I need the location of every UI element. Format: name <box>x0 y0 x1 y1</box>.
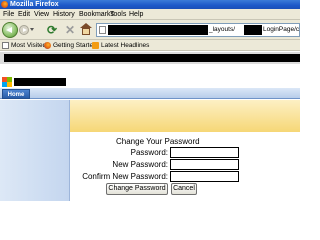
redacted-site-title <box>14 78 66 86</box>
redacted-url-host <box>108 25 208 35</box>
title-bar: Mozilla Firefox <box>0 0 300 9</box>
home-icon[interactable] <box>80 23 92 36</box>
confirm-password-label: Confirm New Password: <box>82 172 168 181</box>
new-password-label: New Password: <box>112 160 168 169</box>
url-segment-page: LoginPage/changepassword.aspx <box>263 26 300 33</box>
forward-button[interactable] <box>19 25 29 35</box>
navigation-toolbar: ⟳ ✕ _layouts/ LoginPage/changepassword.a… <box>0 20 300 40</box>
reload-icon[interactable]: ⟳ <box>47 23 57 37</box>
browser-window: Mozilla Firefox File Edit View History B… <box>0 0 300 201</box>
menu-file[interactable]: File <box>3 9 14 20</box>
menu-history[interactable]: History <box>53 9 75 20</box>
rss-icon <box>92 42 99 49</box>
stop-icon[interactable]: ✕ <box>65 23 75 37</box>
menu-bookmarks[interactable]: Bookmarks <box>79 9 114 20</box>
redacted-url-part <box>244 25 262 35</box>
menu-edit[interactable]: Edit <box>18 9 30 20</box>
left-navigation-panel <box>0 100 70 201</box>
site-header <box>0 64 300 88</box>
menu-tools[interactable]: Tools <box>110 9 126 20</box>
url-segment-layouts: _layouts/ <box>209 26 236 33</box>
bookmarks-toolbar: Most Visited Getting Started Latest Head… <box>0 40 300 51</box>
history-dropdown-icon[interactable] <box>30 28 34 31</box>
redaction-block <box>4 54 300 62</box>
redacted-site-bar <box>0 52 300 64</box>
tab-home[interactable]: Home <box>2 89 30 99</box>
page-banner <box>70 100 300 132</box>
password-field[interactable] <box>170 147 239 158</box>
page-icon <box>99 26 106 34</box>
window-title: Mozilla Firefox <box>10 1 59 8</box>
top-nav-tabs: Home <box>0 88 300 99</box>
firefox-icon <box>1 1 8 8</box>
form-title: Change Your Password <box>116 137 200 146</box>
site-logo-icon <box>2 77 12 87</box>
cancel-button[interactable]: Cancel <box>171 183 197 195</box>
menu-view[interactable]: View <box>34 9 49 20</box>
page-icon <box>2 42 9 49</box>
confirm-password-field[interactable] <box>170 171 239 182</box>
password-label: Password: <box>130 148 168 157</box>
change-password-button[interactable]: Change Password <box>106 183 168 195</box>
new-password-field[interactable] <box>170 159 239 170</box>
address-bar[interactable]: _layouts/ LoginPage/changepassword.aspx <box>96 23 300 37</box>
menu-help[interactable]: Help <box>129 9 143 20</box>
firefox-icon <box>44 42 51 49</box>
back-button[interactable] <box>2 22 18 38</box>
menu-bar: File Edit View History Bookmarks Tools H… <box>0 9 300 20</box>
